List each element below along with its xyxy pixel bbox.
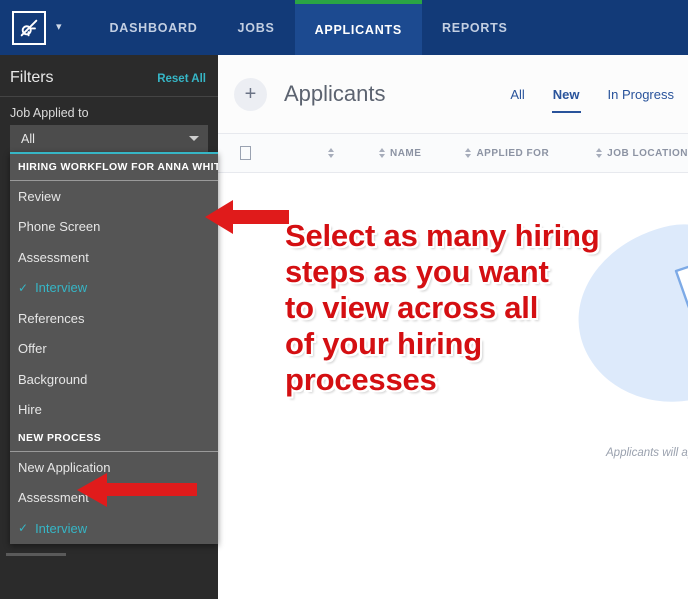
applicants-table-header: NAME APPLIED FOR JOB LOCATION (218, 133, 688, 173)
menu-group-header-new-process: NEW PROCESS (10, 425, 218, 452)
logo-area[interactable]: ▾ (0, 11, 62, 45)
empty-state-caption: Applicants will appear here (606, 447, 688, 459)
nav-item-jobs[interactable]: JOBS (218, 0, 295, 55)
menu-item-offer[interactable]: Offer (10, 334, 218, 365)
app-root: ▾ DASHBOARD JOBS APPLICANTS REPORTS 100 … (0, 0, 688, 599)
tab-label: In Progress (608, 87, 674, 102)
range-track[interactable] (6, 553, 66, 556)
menu-item-review[interactable]: Review (10, 181, 218, 212)
page-header: + Applicants All New In Progress (218, 55, 688, 133)
menu-item-label: Phone Screen (18, 219, 100, 234)
tab-new[interactable]: New (539, 87, 594, 102)
column-label: JOB LOCATION (607, 148, 688, 159)
nav-item-label: APPLICANTS (315, 23, 402, 37)
check-icon: ✓ (18, 281, 28, 295)
column-label: NAME (390, 148, 421, 159)
plus-icon: + (245, 83, 257, 106)
check-icon: ✓ (18, 521, 28, 535)
menu-item-interview[interactable]: ✓ Interview (10, 273, 218, 304)
menu-item-label: References (18, 311, 84, 326)
column-header-blank[interactable] (328, 148, 339, 158)
column-header-name[interactable]: NAME (379, 148, 421, 159)
tab-label: New (553, 87, 580, 102)
column-label: APPLIED FOR (476, 148, 549, 159)
nav-item-reports[interactable]: REPORTS (422, 0, 528, 55)
menu-item-assessment[interactable]: Assessment (10, 242, 218, 273)
nav-items: DASHBOARD JOBS APPLICANTS REPORTS (90, 0, 528, 55)
applicant-status-tabs: All New In Progress (496, 87, 688, 102)
sort-icon (379, 148, 385, 158)
chevron-down-icon[interactable]: ▾ (56, 22, 62, 33)
sort-icon (465, 148, 471, 158)
menu-item-phone-screen[interactable]: Phone Screen (10, 212, 218, 243)
menu-item-label: Review (18, 189, 61, 204)
menu-item-references[interactable]: References (10, 303, 218, 334)
tab-in-progress[interactable]: In Progress (594, 87, 688, 102)
menu-item-hire[interactable]: Hire (10, 395, 218, 426)
nav-item-label: REPORTS (442, 21, 508, 35)
nav-item-applicants[interactable]: APPLICANTS (295, 0, 422, 55)
tab-label: All (510, 87, 524, 102)
nav-item-label: JOBS (238, 21, 275, 35)
menu-item-label: Interview (35, 521, 87, 536)
menu-item-label: Interview (35, 280, 87, 295)
menu-item-interview-2[interactable]: ✓ Interview (10, 513, 218, 544)
paper-and-pen-illustration (658, 253, 688, 403)
menu-item-label: Hire (18, 402, 42, 417)
tab-all[interactable]: All (496, 87, 538, 102)
menu-item-background[interactable]: Background (10, 364, 218, 395)
annotation-arrow-to-new-process-header (75, 470, 200, 510)
top-navigation-bar: ▾ DASHBOARD JOBS APPLICANTS REPORTS (0, 0, 688, 55)
annotation-callout-text: Select as many hiringsteps as you wantto… (285, 218, 600, 398)
add-applicant-button[interactable]: + (234, 78, 267, 111)
sort-icon (596, 148, 602, 158)
column-header-applied-for[interactable]: APPLIED FOR (465, 148, 549, 159)
sort-icon (328, 148, 334, 158)
page-title: Applicants (284, 81, 386, 107)
nav-item-dashboard[interactable]: DASHBOARD (90, 0, 218, 55)
annotation-arrow-to-workflow-header (203, 196, 291, 238)
plug-logo-icon[interactable] (12, 11, 46, 45)
column-header-job-location[interactable]: JOB LOCATION (596, 148, 688, 159)
menu-item-label: Assessment (18, 250, 89, 265)
menu-item-label: Offer (18, 341, 47, 356)
nav-item-label: DASHBOARD (110, 21, 198, 35)
menu-group-header-hiring-workflow: HIRING WORKFLOW FOR ANNA WHITNEY'S COFFE (10, 154, 218, 181)
menu-item-label: Background (18, 372, 87, 387)
select-all-checkbox[interactable] (240, 146, 251, 160)
